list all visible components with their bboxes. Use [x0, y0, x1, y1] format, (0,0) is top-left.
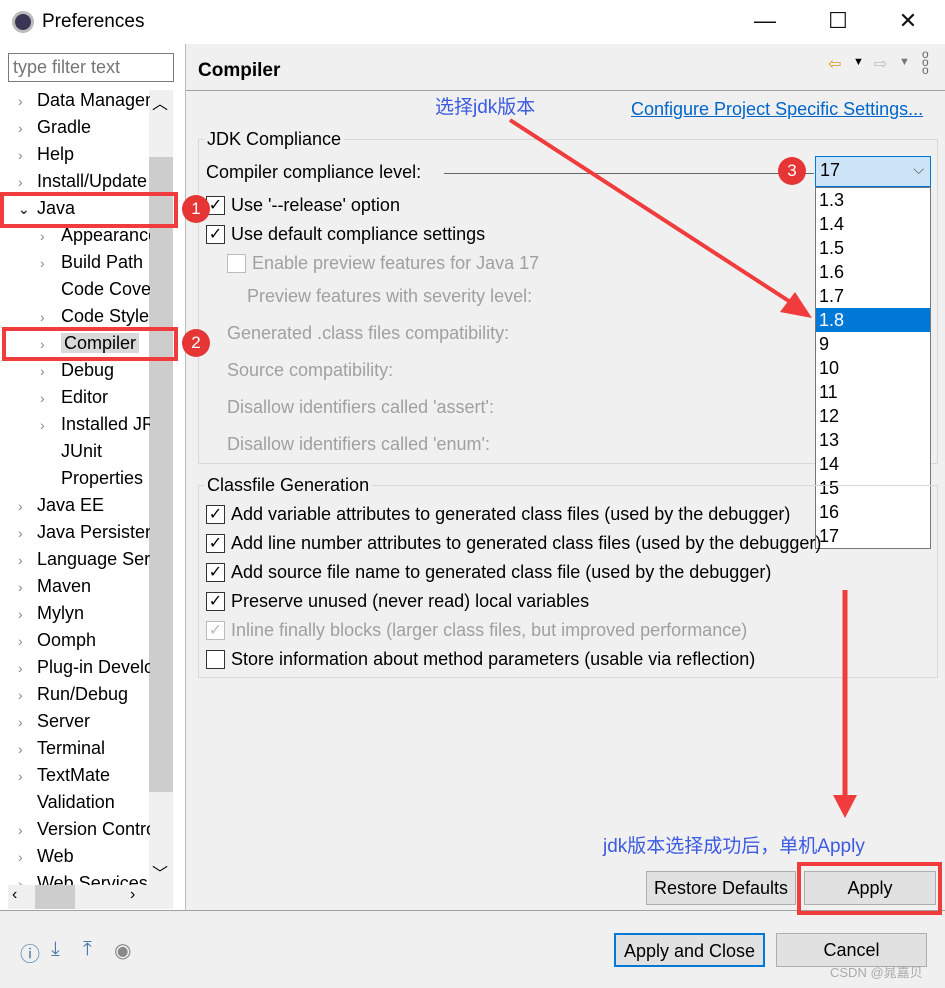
arrow-head-apply [833, 795, 857, 818]
annotation-arrows [508, 118, 857, 818]
arrow-head-1.8 [780, 292, 812, 318]
arrow-to-1.8 [508, 118, 797, 307]
